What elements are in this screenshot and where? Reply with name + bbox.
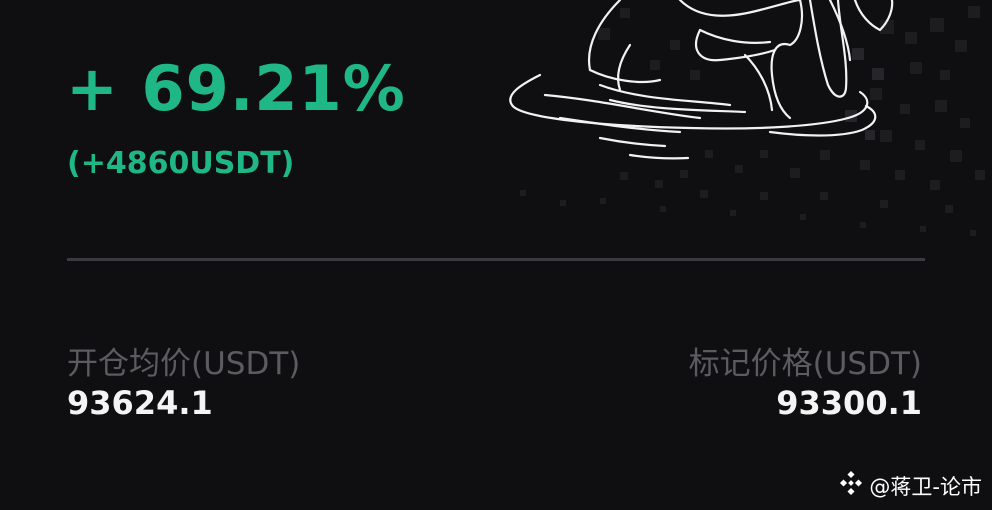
mark-price-value: 93300.1 — [776, 384, 922, 422]
watermark: @蒋卫-论市 — [838, 470, 982, 501]
pnl-percentage: + 69.21% — [66, 52, 406, 125]
binance-logo-icon — [838, 470, 864, 501]
mark-price-label: 标记价格(USDT) — [688, 346, 922, 382]
divider — [67, 258, 925, 261]
entry-price-label: 开仓均价(USDT) — [67, 346, 301, 382]
entry-price-value: 93624.1 — [67, 384, 213, 422]
watermark-text: @蒋卫-论市 — [869, 474, 982, 499]
pnl-amount: (+4860USDT) — [67, 146, 295, 181]
